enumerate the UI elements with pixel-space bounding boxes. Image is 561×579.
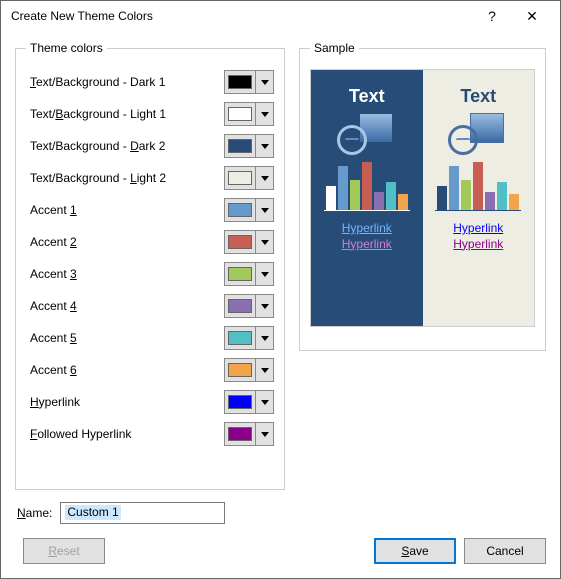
color-swatch-1: [225, 103, 255, 125]
color-label-0: Text/Background - Dark 1: [26, 75, 224, 89]
chevron-down-icon[interactable]: [255, 199, 273, 221]
chevron-down-icon[interactable]: [255, 231, 273, 253]
sample-legend: Sample: [310, 41, 359, 55]
color-picker-3[interactable]: [224, 166, 274, 190]
color-picker-4[interactable]: [224, 198, 274, 222]
color-swatch-9: [225, 359, 255, 381]
color-label-8: Accent 5: [26, 331, 224, 345]
color-label-5: Accent 2: [26, 235, 224, 249]
color-label-6: Accent 3: [26, 267, 224, 281]
color-swatch-2: [225, 135, 255, 157]
sample-text-light: Text: [460, 86, 496, 107]
sample-light-column: Text Hyperlink Hyperlink: [423, 70, 535, 326]
chevron-down-icon[interactable]: [255, 423, 273, 445]
color-picker-10[interactable]: [224, 390, 274, 414]
color-picker-8[interactable]: [224, 326, 274, 350]
sample-chart-dark: [324, 161, 410, 211]
chevron-down-icon[interactable]: [255, 167, 273, 189]
close-button[interactable]: ✕: [512, 2, 552, 30]
color-label-7: Accent 4: [26, 299, 224, 313]
color-picker-6[interactable]: [224, 262, 274, 286]
color-row-2: Text/Background - Dark 2: [26, 131, 274, 161]
name-input[interactable]: [60, 502, 225, 524]
color-picker-0[interactable]: [224, 70, 274, 94]
color-row-11: Followed Hyperlink: [26, 419, 274, 449]
chevron-down-icon[interactable]: [255, 327, 273, 349]
color-swatch-8: [225, 327, 255, 349]
sample-shapes-dark: [337, 113, 397, 155]
color-swatch-3: [225, 167, 255, 189]
color-label-4: Accent 1: [26, 203, 224, 217]
color-swatch-6: [225, 263, 255, 285]
theme-colors-legend: Theme colors: [26, 41, 107, 55]
sample-group: Sample Text Hyperlink Hyperlink Text: [299, 41, 546, 351]
chevron-down-icon[interactable]: [255, 263, 273, 285]
color-picker-11[interactable]: [224, 422, 274, 446]
chevron-down-icon[interactable]: [255, 295, 273, 317]
chevron-down-icon[interactable]: [255, 135, 273, 157]
color-swatch-4: [225, 199, 255, 221]
name-label: Name:: [17, 506, 52, 520]
chevron-down-icon[interactable]: [255, 359, 273, 381]
sample-chart-light: [435, 161, 521, 211]
color-label-11: Followed Hyperlink: [26, 427, 224, 441]
titlebar: Create New Theme Colors ? ✕: [1, 1, 560, 31]
sample-links-dark: Hyperlink Hyperlink: [342, 221, 392, 252]
color-row-3: Text/Background - Light 2: [26, 163, 274, 193]
cancel-button[interactable]: Cancel: [464, 538, 546, 564]
color-swatch-11: [225, 423, 255, 445]
color-picker-5[interactable]: [224, 230, 274, 254]
chevron-down-icon[interactable]: [255, 103, 273, 125]
chevron-down-icon[interactable]: [255, 71, 273, 93]
color-label-1: Text/Background - Light 1: [26, 107, 224, 121]
color-swatch-0: [225, 71, 255, 93]
name-row: Name: Custom 1: [15, 490, 546, 532]
save-button[interactable]: Save: [374, 538, 456, 564]
color-label-3: Text/Background - Light 2: [26, 171, 224, 185]
window-title: Create New Theme Colors: [11, 9, 472, 23]
color-row-6: Accent 3: [26, 259, 274, 289]
color-picker-1[interactable]: [224, 102, 274, 126]
reset-button[interactable]: Reset: [23, 538, 105, 564]
color-row-4: Accent 1: [26, 195, 274, 225]
color-swatch-5: [225, 231, 255, 253]
sample-shapes-light: [448, 113, 508, 155]
theme-colors-group: Theme colors Text/Background - Dark 1 Tex…: [15, 41, 285, 490]
sample-links-light: Hyperlink Hyperlink: [453, 221, 503, 252]
color-row-10: Hyperlink: [26, 387, 274, 417]
color-row-1: Text/Background - Light 1: [26, 99, 274, 129]
color-row-0: Text/Background - Dark 1: [26, 67, 274, 97]
help-button[interactable]: ?: [472, 2, 512, 30]
color-row-8: Accent 5: [26, 323, 274, 353]
chevron-down-icon[interactable]: [255, 391, 273, 413]
color-label-2: Text/Background - Dark 2: [26, 139, 224, 153]
sample-preview: Text Hyperlink Hyperlink Text: [310, 69, 535, 327]
color-picker-2[interactable]: [224, 134, 274, 158]
sample-text-dark: Text: [349, 86, 385, 107]
color-row-5: Accent 2: [26, 227, 274, 257]
color-row-9: Accent 6: [26, 355, 274, 385]
color-swatch-7: [225, 295, 255, 317]
color-label-10: Hyperlink: [26, 395, 224, 409]
color-swatch-10: [225, 391, 255, 413]
sample-dark-column: Text Hyperlink Hyperlink: [311, 70, 423, 326]
color-picker-7[interactable]: [224, 294, 274, 318]
color-picker-9[interactable]: [224, 358, 274, 382]
color-label-9: Accent 6: [26, 363, 224, 377]
dialog-footer: Reset Save Cancel: [1, 532, 560, 578]
color-row-7: Accent 4: [26, 291, 274, 321]
